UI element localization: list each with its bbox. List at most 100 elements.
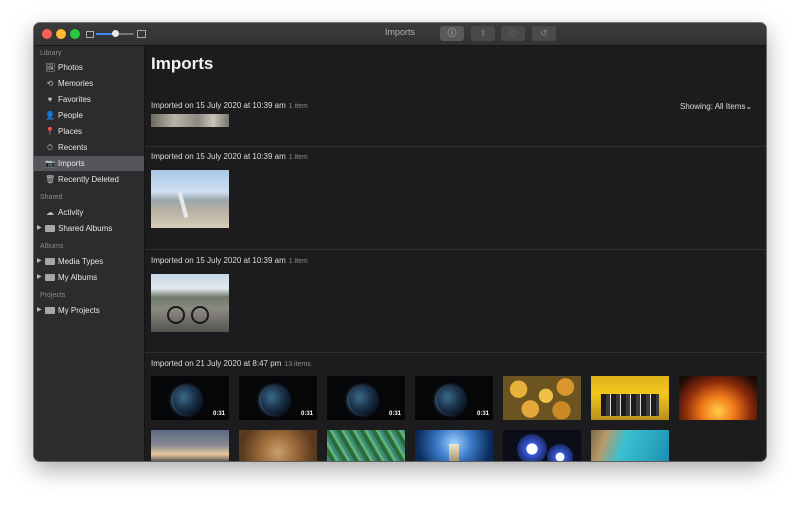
import-group-heading: Imported on 15 July 2020 at 10:39 am 1 it…	[151, 101, 308, 110]
item-count: 1 item	[288, 103, 308, 110]
video-duration: 0:31	[476, 411, 489, 417]
disclosure-triangle-icon[interactable]: ▶	[37, 270, 42, 285]
import-group-heading: Imported on 15 July 2020 at 10:39 am 1 it…	[151, 152, 308, 161]
sidebar-item-media-types[interactable]: ▶ Media Types	[34, 254, 144, 269]
info-icon: ⓘ	[447, 28, 457, 38]
earth-shape	[173, 385, 203, 415]
photo-thumbnail[interactable]	[239, 430, 317, 461]
sidebar-item-label: Memories	[58, 79, 94, 88]
photos-window: Imports ⓘ ⇪ ♡ ↺ Library 🖼 Photos ⟲ Memor…	[34, 23, 766, 461]
zoom-window-button[interactable]	[70, 29, 80, 39]
rotate-icon: ↺	[540, 28, 548, 38]
thumbnail-size-slider[interactable]	[96, 30, 134, 37]
section-albums: Albums	[40, 243, 64, 250]
divider	[145, 249, 766, 250]
chevron-down-icon: ⌄	[745, 102, 753, 111]
photo-thumbnail[interactable]	[327, 430, 405, 461]
main-content: Imports Showing: All Items⌄ Imported on …	[145, 46, 766, 461]
heart-icon: ♡	[508, 28, 518, 38]
video-duration: 0:31	[212, 411, 225, 417]
figures-shape	[601, 394, 659, 416]
sidebar-item-memories[interactable]: ⟲ Memories	[34, 76, 144, 91]
sidebar-item-label: Recents	[58, 143, 88, 152]
import-date: Imported on 15 July 2020 at 10:39 am	[151, 101, 286, 110]
item-count: 1 item	[288, 258, 308, 265]
photo-thumbnail[interactable]	[679, 376, 757, 420]
sidebar: Library 🖼 Photos ⟲ Memories ♥ Favorites …	[34, 46, 145, 461]
item-count: 13 items	[284, 361, 311, 368]
photo-thumbnail[interactable]	[591, 376, 669, 420]
sidebar-item-favorites[interactable]: ♥ Favorites	[34, 92, 144, 107]
import-date: Imported on 21 July 2020 at 8:47 pm	[151, 359, 282, 368]
favorite-button[interactable]: ♡	[501, 26, 525, 41]
bowl-shape	[517, 434, 547, 461]
sidebar-item-label: Photos	[58, 63, 83, 72]
share-button[interactable]: ⇪	[471, 26, 495, 41]
person-icon: 👤	[45, 111, 55, 120]
earth-shape	[261, 385, 291, 415]
sidebar-item-activity[interactable]: ☁ Activity	[34, 205, 144, 220]
video-thumbnail[interactable]: 0:31	[151, 376, 229, 420]
heart-icon: ♥	[47, 95, 53, 104]
photo-thumbnail[interactable]	[415, 430, 493, 461]
disclosure-triangle-icon[interactable]: ▶	[37, 221, 42, 236]
video-thumbnail[interactable]: 0:31	[415, 376, 493, 420]
showing-filter-menu[interactable]: Showing: All Items⌄	[680, 102, 752, 111]
info-button[interactable]: ⓘ	[440, 26, 464, 41]
cloud-icon: ☁	[46, 208, 54, 217]
photo-thumbnail[interactable]	[503, 430, 581, 461]
bowl-shape	[547, 444, 573, 461]
rotate-button[interactable]: ↺	[532, 26, 556, 41]
item-count: 1 item	[288, 154, 308, 161]
sidebar-item-label: Activity	[58, 208, 84, 217]
sidebar-item-places[interactable]: 📍 Places	[34, 124, 144, 139]
photo-thumbnail[interactable]	[503, 376, 581, 420]
sidebar-item-label: Recently Deleted	[58, 175, 119, 184]
zoom-in-icon[interactable]	[137, 30, 146, 38]
sidebar-item-recently-deleted[interactable]: 🗑 Recently Deleted	[34, 172, 144, 187]
divider	[145, 352, 766, 353]
import-group-heading: Imported on 21 July 2020 at 8:47 pm 13 it…	[151, 359, 311, 368]
photos-icon: 🖼	[45, 63, 56, 72]
photo-thumbnail[interactable]	[151, 430, 229, 461]
memories-icon: ⟲	[46, 79, 54, 88]
sidebar-item-my-albums[interactable]: ▶ My Albums	[34, 270, 144, 285]
photo-thumbnail[interactable]	[151, 114, 229, 127]
sidebar-item-label: Shared Albums	[58, 224, 113, 233]
sidebar-item-label: Places	[58, 127, 83, 136]
photo-thumbnail[interactable]	[591, 430, 669, 461]
folder-icon	[45, 224, 55, 233]
photo-thumbnail[interactable]	[151, 170, 229, 228]
video-thumbnail[interactable]: 0:31	[327, 376, 405, 420]
sidebar-item-label: Imports	[58, 159, 85, 168]
sidebar-item-label: Favorites	[58, 95, 91, 104]
photo-thumbnail[interactable]	[151, 274, 229, 332]
page-title: Imports	[151, 54, 214, 73]
sidebar-item-label: People	[58, 111, 83, 120]
share-icon: ⇪	[479, 28, 487, 38]
bike-wheel-shape	[167, 306, 185, 324]
section-projects: Projects	[40, 292, 66, 299]
video-thumbnail[interactable]: 0:31	[239, 376, 317, 420]
slider-knob[interactable]	[111, 30, 119, 37]
sidebar-item-imports[interactable]: 📷 Imports	[34, 156, 144, 171]
video-duration: 0:31	[300, 411, 313, 417]
pin-icon: 📍	[45, 127, 55, 136]
sidebar-item-shared-albums[interactable]: ▶ Shared Albums	[34, 221, 144, 236]
video-duration: 0:31	[388, 411, 401, 417]
title-bar: Imports ⓘ ⇪ ♡ ↺	[34, 23, 766, 46]
sidebar-item-label: Media Types	[58, 257, 104, 266]
zoom-out-icon[interactable]	[86, 31, 94, 38]
sidebar-item-photos[interactable]: 🖼 Photos	[34, 60, 144, 75]
sidebar-item-my-projects[interactable]: ▶ My Projects	[34, 303, 144, 318]
sidebar-item-recents[interactable]: ⏱ Recents	[34, 140, 144, 155]
sidebar-item-people[interactable]: 👤 People	[34, 108, 144, 123]
disclosure-triangle-icon[interactable]: ▶	[37, 303, 42, 318]
recents-icon: ⏱	[46, 143, 54, 152]
minimize-window-button[interactable]	[56, 29, 66, 39]
disclosure-triangle-icon[interactable]: ▶	[37, 254, 42, 269]
close-window-button[interactable]	[42, 29, 52, 39]
import-group-heading: Imported on 15 July 2020 at 10:39 am 1 it…	[151, 256, 308, 265]
folder-icon	[45, 257, 55, 266]
section-shared: Shared	[40, 194, 63, 201]
